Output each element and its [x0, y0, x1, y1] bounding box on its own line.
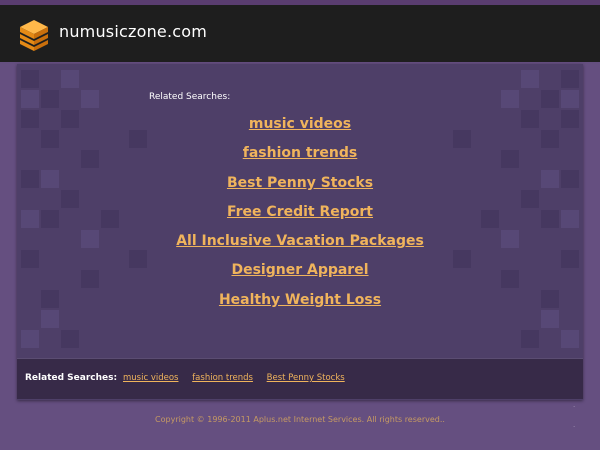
related-link-best-penny-stocks[interactable]: Best Penny Stocks: [17, 171, 583, 200]
bottom-links: music videos fashion trends Best Penny S…: [123, 373, 356, 383]
bottom-related-label: Related Searches:: [25, 373, 118, 383]
bottom-link-best-penny-stocks[interactable]: Best Penny Stocks: [267, 373, 345, 383]
site-header: numusiczone.com: [0, 5, 600, 62]
related-link-fashion-trends[interactable]: fashion trends: [17, 141, 583, 170]
related-link-music-videos[interactable]: music videos: [17, 112, 583, 141]
bottom-link-music-videos[interactable]: music videos: [123, 373, 178, 383]
related-link-free-credit-report[interactable]: Free Credit Report: [17, 200, 583, 229]
related-link-designer-apparel[interactable]: Designer Apparel: [17, 258, 583, 287]
related-link-healthy-weight-loss[interactable]: Healthy Weight Loss: [17, 288, 583, 317]
site-title[interactable]: numusiczone.com: [59, 22, 207, 41]
related-links-list: music videos fashion trends Best Penny S…: [17, 112, 583, 317]
layered-box-logo-icon[interactable]: [18, 18, 50, 52]
side-dot-mark: ·: [573, 423, 576, 431]
footer-copyright: Copyright © 1996-2011 Aplus.net Internet…: [155, 415, 445, 424]
main-panel: Related Searches: music videos fashion t…: [17, 64, 583, 400]
bottom-link-fashion-trends[interactable]: fashion trends: [192, 373, 253, 383]
related-searches-heading: Related Searches:: [149, 92, 231, 102]
side-dot-mark: ·: [573, 403, 576, 411]
bottom-related-bar: Related Searches: music videos fashion t…: [17, 358, 583, 399]
related-link-all-inclusive-vacation-packages[interactable]: All Inclusive Vacation Packages: [17, 229, 583, 258]
